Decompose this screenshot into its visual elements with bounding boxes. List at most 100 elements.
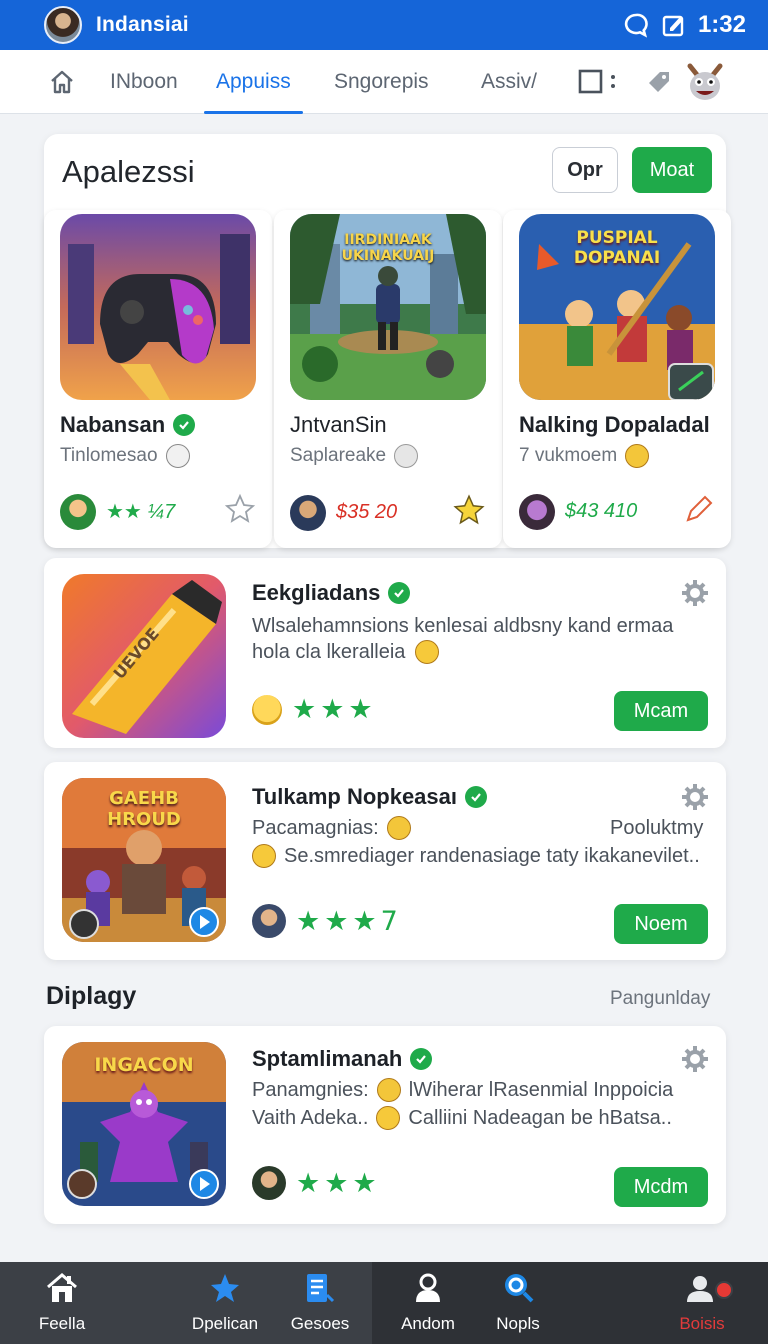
- app-subtitle: Tinlomesao: [60, 444, 190, 468]
- nav-item-nopls[interactable]: Nopls: [482, 1262, 554, 1344]
- sad-face-icon: [165, 444, 190, 468]
- app-subtitle-text: 7 vukmoem: [519, 445, 618, 466]
- app-title: Tulkamp Nopkeasaı: [252, 784, 487, 810]
- app-name: Nalking Dopaladal: [519, 412, 710, 438]
- worried-face-icon: [415, 640, 440, 664]
- app-artwork-monster: INGACON: [62, 1042, 226, 1206]
- app-meta: Pacamagnias:: [252, 814, 411, 842]
- app-footer: $35 20: [290, 493, 486, 532]
- app-description: Vaith Adeka.. Calliini Nadeagan be hBats…: [252, 1104, 672, 1132]
- tag-icon[interactable]: [646, 50, 672, 114]
- app-price: $35 20: [336, 501, 398, 523]
- app-meta-left: Panamgnies:: [252, 1079, 369, 1101]
- pencil-icon[interactable]: [683, 493, 715, 530]
- app-artwork-heroes: PUSPIAL DOPANAI: [519, 214, 715, 400]
- nav-label: Gesoes: [290, 1314, 350, 1333]
- profile-badge-icon: [687, 1273, 733, 1308]
- home-icon: [45, 1273, 79, 1308]
- chat-icon[interactable]: [622, 11, 650, 39]
- nav-label: Nopls: [496, 1314, 540, 1333]
- tab-apps[interactable]: Appuiss: [204, 50, 303, 114]
- nav-label: Feella: [38, 1314, 86, 1333]
- cross-face-icon: [386, 816, 411, 840]
- neutral-face-icon: [394, 444, 419, 468]
- app-name-text: Nalking Dopaladal: [519, 412, 710, 437]
- gear-icon[interactable]: [680, 1044, 710, 1079]
- home-icon[interactable]: [48, 50, 76, 114]
- nav-label: Boisis: [679, 1314, 725, 1333]
- app-title-text: Tulkamp Nopkeasaı: [252, 784, 457, 809]
- app-description-text: Se.smrediager randenasiage taty ikakanev…: [284, 845, 700, 867]
- section-link[interactable]: Pangunlday: [610, 988, 710, 1010]
- gear-icon[interactable]: [680, 782, 710, 817]
- rating-stars: ★★★: [296, 1167, 381, 1199]
- section-title: Diplagy: [46, 982, 137, 1010]
- mascot-icon[interactable]: [686, 50, 724, 114]
- gear-icon[interactable]: [680, 578, 710, 613]
- developer-avatar: [252, 1166, 286, 1200]
- square-icon[interactable]: [578, 50, 618, 114]
- smile-face-icon: [252, 694, 282, 725]
- user-avatar[interactable]: [44, 6, 82, 44]
- app-artwork-controller: [60, 214, 256, 400]
- developer-avatar: [290, 494, 326, 531]
- verified-icon: [388, 582, 411, 604]
- developer-avatar: [252, 904, 286, 938]
- app-card[interactable]: IIRDINIAAK UKINAKUAIJ JntvanSin Saplarea…: [274, 210, 502, 548]
- nav-item-boisis[interactable]: Boisis: [664, 1262, 740, 1344]
- nav-item-gesoes[interactable]: Gesoes: [282, 1262, 358, 1344]
- app-meta: Panamgnies: lWiherar lRasenmial Inppoici…: [252, 1076, 673, 1104]
- app-artwork-usb: UEVOE: [62, 574, 226, 738]
- app-name: Nabansan: [60, 412, 196, 438]
- art-label: INGACON: [94, 1054, 194, 1076]
- developer-avatar: [60, 493, 96, 530]
- app-title: Sptamlimanah: [252, 1046, 433, 1072]
- app-name-text: Nabansan: [60, 412, 166, 437]
- app-rating-row: ★★★7: [252, 904, 402, 938]
- nav-item-dpelican[interactable]: Dpelican: [184, 1262, 266, 1344]
- star-icon: [209, 1273, 241, 1308]
- app-list-item[interactable]: GAEHB HROUD Tulkamp Nopkeasaı Pacamagnia…: [44, 762, 726, 960]
- app-card[interactable]: Nabansan Tinlomesao ★★ ¼7: [44, 210, 272, 548]
- app-artwork-jungle: IIRDINIAAK UKINAKUAIJ: [290, 214, 486, 400]
- star-filled-icon[interactable]: [452, 493, 486, 532]
- nav-label: Andom: [401, 1314, 455, 1333]
- app-title-text: Eekgliadans: [252, 580, 381, 605]
- rating-stars: ★★★7: [296, 905, 402, 937]
- app-title: Eekgliadans: [252, 580, 411, 606]
- app-subtitle-text: Saplareake: [290, 445, 387, 466]
- panel-title: Apalezssi: [62, 154, 195, 189]
- tab-inbox[interactable]: INboon: [110, 50, 178, 114]
- document-icon: [303, 1273, 337, 1308]
- notification-badge: [715, 1281, 733, 1299]
- nav-item-feella[interactable]: Feella: [22, 1262, 102, 1344]
- app-meta-left: Pacamagnias:: [252, 817, 379, 839]
- app-artwork-brawler: GAEHB HROUD: [62, 778, 226, 942]
- open-button[interactable]: Opr: [552, 147, 618, 193]
- install-button[interactable]: Noem: [614, 904, 708, 944]
- person-icon: [413, 1273, 443, 1308]
- app-list-item[interactable]: INGACON Sptamlimanah Panamgnies: lWihera…: [44, 1026, 726, 1224]
- bottom-navigation: Feella Dpelican Gesoes Andom Nopls Boisi…: [0, 1262, 768, 1344]
- app-meta-right: Pooluktmy: [610, 817, 704, 839]
- app-name-text: JntvanSin: [290, 412, 387, 437]
- art-label: PUSPIAL DOPANAI: [573, 228, 661, 268]
- app-description-text: hola cla lkeralleia: [252, 641, 406, 663]
- app-name: JntvanSin: [290, 412, 387, 438]
- more-button[interactable]: Moat: [632, 147, 712, 193]
- install-button[interactable]: Mcam: [614, 691, 708, 731]
- app-list-item[interactable]: UEVOE Eekgliadans Wlsalehamnsions kenles…: [44, 558, 726, 748]
- install-button[interactable]: Mcdm: [614, 1167, 708, 1207]
- tab-categories[interactable]: Sngorepis: [334, 50, 429, 114]
- worried-face-icon: [252, 844, 276, 868]
- tab-assist[interactable]: Assiv/: [481, 50, 537, 114]
- nav-item-andom[interactable]: Andom: [390, 1262, 466, 1344]
- app-rating-row: ★★★: [252, 1166, 381, 1200]
- star-outline-icon[interactable]: [224, 493, 256, 530]
- app-card[interactable]: PUSPIAL DOPANAI Nalking Dopaladal 7 vukm…: [503, 210, 731, 548]
- edit-icon[interactable]: [662, 12, 686, 38]
- app-footer: ★★ ¼7: [60, 493, 256, 530]
- verified-icon: [173, 414, 196, 436]
- app-description: Se.smrediager randenasiage taty ikakanev…: [252, 842, 700, 870]
- app-title: Indansiai: [96, 13, 189, 36]
